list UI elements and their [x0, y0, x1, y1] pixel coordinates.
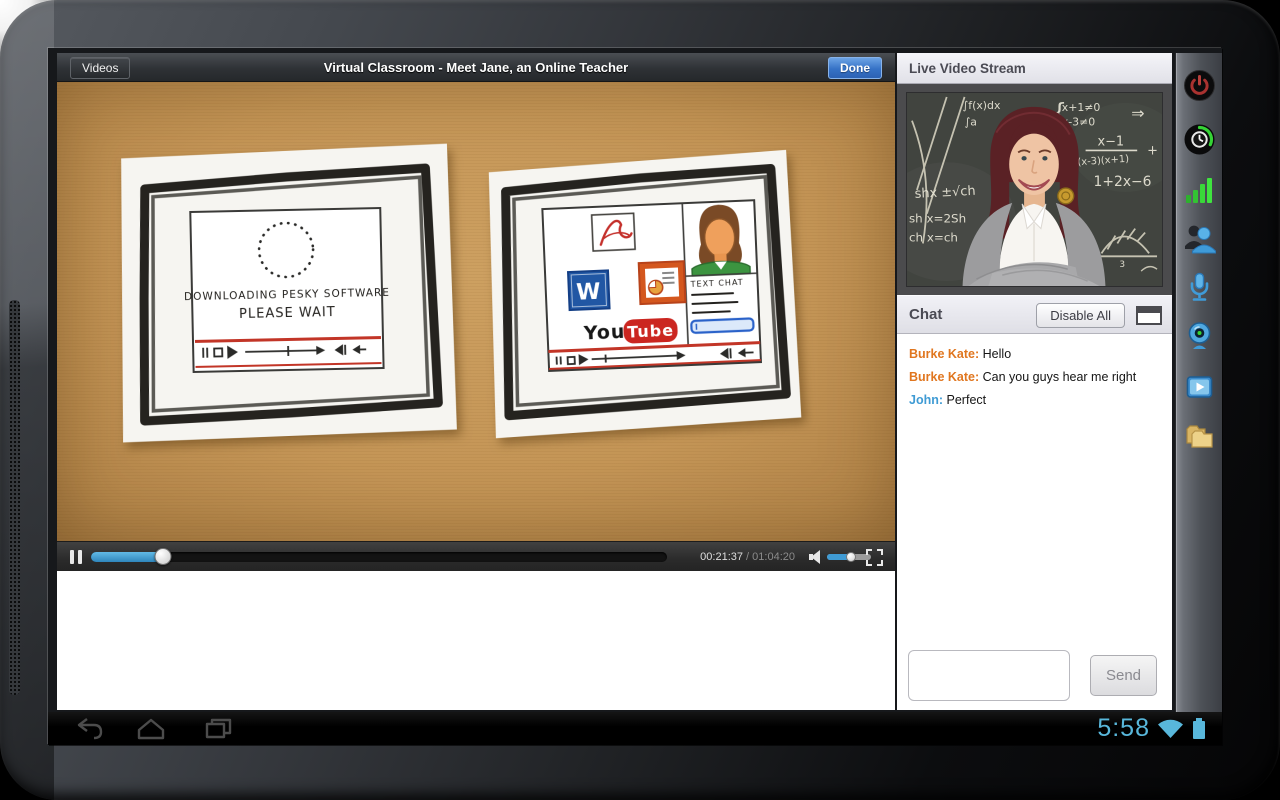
svg-text:x+1≠0: x+1≠0: [1062, 101, 1101, 114]
chat-message: Burke Kate: Hello: [909, 347, 1160, 361]
sketch-downloading-screen: DOWNLOADING PESKY SOFTWARE PLEASE WAIT: [114, 140, 460, 445]
done-button[interactable]: Done: [828, 57, 882, 79]
youtube-logo: You Tube: [582, 318, 678, 346]
svg-text:shx ±√ch: shx ±√ch: [914, 184, 976, 202]
chat-messages-list: Burke Kate: Hello Burke Kate: Can you gu…: [897, 334, 1172, 407]
clock-icon[interactable]: [1183, 123, 1216, 156]
chat-message: Burke Kate: Can you guys hear me right: [909, 370, 1160, 384]
chat-message: John: Perfect: [909, 393, 1160, 407]
page-title: Virtual Classroom - Meet Jane, an Online…: [57, 53, 895, 82]
tablet-bezel: Virtual Classroom - Meet Jane, an Online…: [0, 0, 1280, 800]
send-button[interactable]: Send: [1090, 655, 1157, 696]
signal-icon[interactable]: [1183, 173, 1216, 206]
titlebar: Virtual Classroom - Meet Jane, an Online…: [57, 53, 895, 82]
side-toolbar: [1175, 53, 1222, 712]
popout-window-icon[interactable]: [1136, 306, 1162, 325]
microphone-icon[interactable]: [1183, 270, 1216, 303]
total-time: 01:04:20: [752, 551, 795, 563]
recent-apps-button[interactable]: [204, 717, 234, 740]
svg-text:∫f(x)dx: ∫f(x)dx: [963, 99, 1001, 112]
side-panel: Live Video Stream: [897, 53, 1172, 710]
disable-all-button[interactable]: Disable All: [1036, 303, 1125, 328]
battery-icon[interactable]: [1192, 718, 1206, 739]
time-separator: /: [743, 551, 752, 563]
powerpoint-icon: [639, 261, 686, 304]
speaker-grille: [9, 300, 20, 695]
seek-bar[interactable]: [91, 552, 667, 562]
video-player-icon[interactable]: [1183, 371, 1216, 404]
speaker-icon[interactable]: [809, 550, 823, 564]
home-button[interactable]: [136, 717, 166, 740]
chat-input[interactable]: [908, 650, 1070, 701]
tablet-photo: Virtual Classroom - Meet Jane, an Online…: [0, 0, 1280, 800]
word-letter: W: [576, 280, 602, 306]
svg-text:sh x=2Sh: sh x=2Sh: [909, 212, 966, 226]
sketch-chat-input: [691, 318, 753, 333]
volume-thumb[interactable]: [846, 552, 856, 562]
volume-control: [809, 542, 901, 572]
back-button[interactable]: [75, 717, 105, 740]
seek-thumb[interactable]: [155, 548, 172, 565]
wifi-icon[interactable]: [1157, 719, 1184, 739]
status-clock[interactable]: 5:58: [1097, 714, 1150, 743]
video-player-app: Virtual Classroom - Meet Jane, an Online…: [57, 53, 895, 710]
live-video-stream-header: Live Video Stream: [897, 53, 1172, 84]
power-icon[interactable]: [1183, 69, 1216, 102]
sketch-caption-line2: PLEASE WAIT: [239, 305, 336, 322]
webcam-icon[interactable]: [1183, 320, 1216, 353]
volume-slider[interactable]: [827, 554, 871, 560]
chat-messages-area: Burke Kate: Hello Burke Kate: Can you gu…: [897, 334, 1172, 710]
player-controls: 00:21:37 / 01:04:20: [57, 541, 895, 571]
svg-text:x−1: x−1: [1098, 134, 1125, 149]
chat-title: Chat: [909, 296, 942, 334]
screen: Virtual Classroom - Meet Jane, an Online…: [48, 48, 1222, 745]
svg-text:⇒: ⇒: [1131, 104, 1144, 123]
svg-text:1+2x−6: 1+2x−6: [1094, 174, 1152, 190]
android-system-bar: 5:58: [48, 712, 1222, 745]
participants-icon[interactable]: [1183, 221, 1216, 254]
svg-text:+: +: [1147, 143, 1158, 158]
pause-button[interactable]: [70, 550, 82, 564]
files-icon[interactable]: [1183, 420, 1216, 453]
chat-header: Chat Disable All: [897, 295, 1172, 334]
fullscreen-button[interactable]: [866, 549, 883, 566]
word-icon: W: [568, 270, 610, 310]
live-video-stream[interactable]: ∫f(x)dx ∫a { x+1≠0 x-3≠0 ⇒ x−1 (x-3)(x+1…: [897, 84, 1172, 295]
youtube-tube: Tube: [627, 321, 675, 342]
videos-button[interactable]: Videos: [70, 57, 130, 79]
teacher-webcam-image: ∫f(x)dx ∫a { x+1≠0 x-3≠0 ⇒ x−1 (x-3)(x+1…: [906, 92, 1163, 287]
pdf-icon: [592, 213, 635, 251]
svg-text:∫a: ∫a: [965, 116, 977, 129]
svg-text:3: 3: [1119, 260, 1125, 270]
seek-fill: [91, 552, 163, 562]
time-display: 00:21:37 / 01:04:20: [673, 542, 795, 572]
current-time: 00:21:37: [700, 551, 743, 563]
youtube-you: You: [582, 321, 625, 345]
video-frame[interactable]: DOWNLOADING PESKY SOFTWARE PLEASE WAIT: [57, 82, 895, 541]
svg-text:ch x=ch: ch x=ch: [909, 230, 958, 244]
sketch-classroom-ui: W: [479, 145, 805, 444]
